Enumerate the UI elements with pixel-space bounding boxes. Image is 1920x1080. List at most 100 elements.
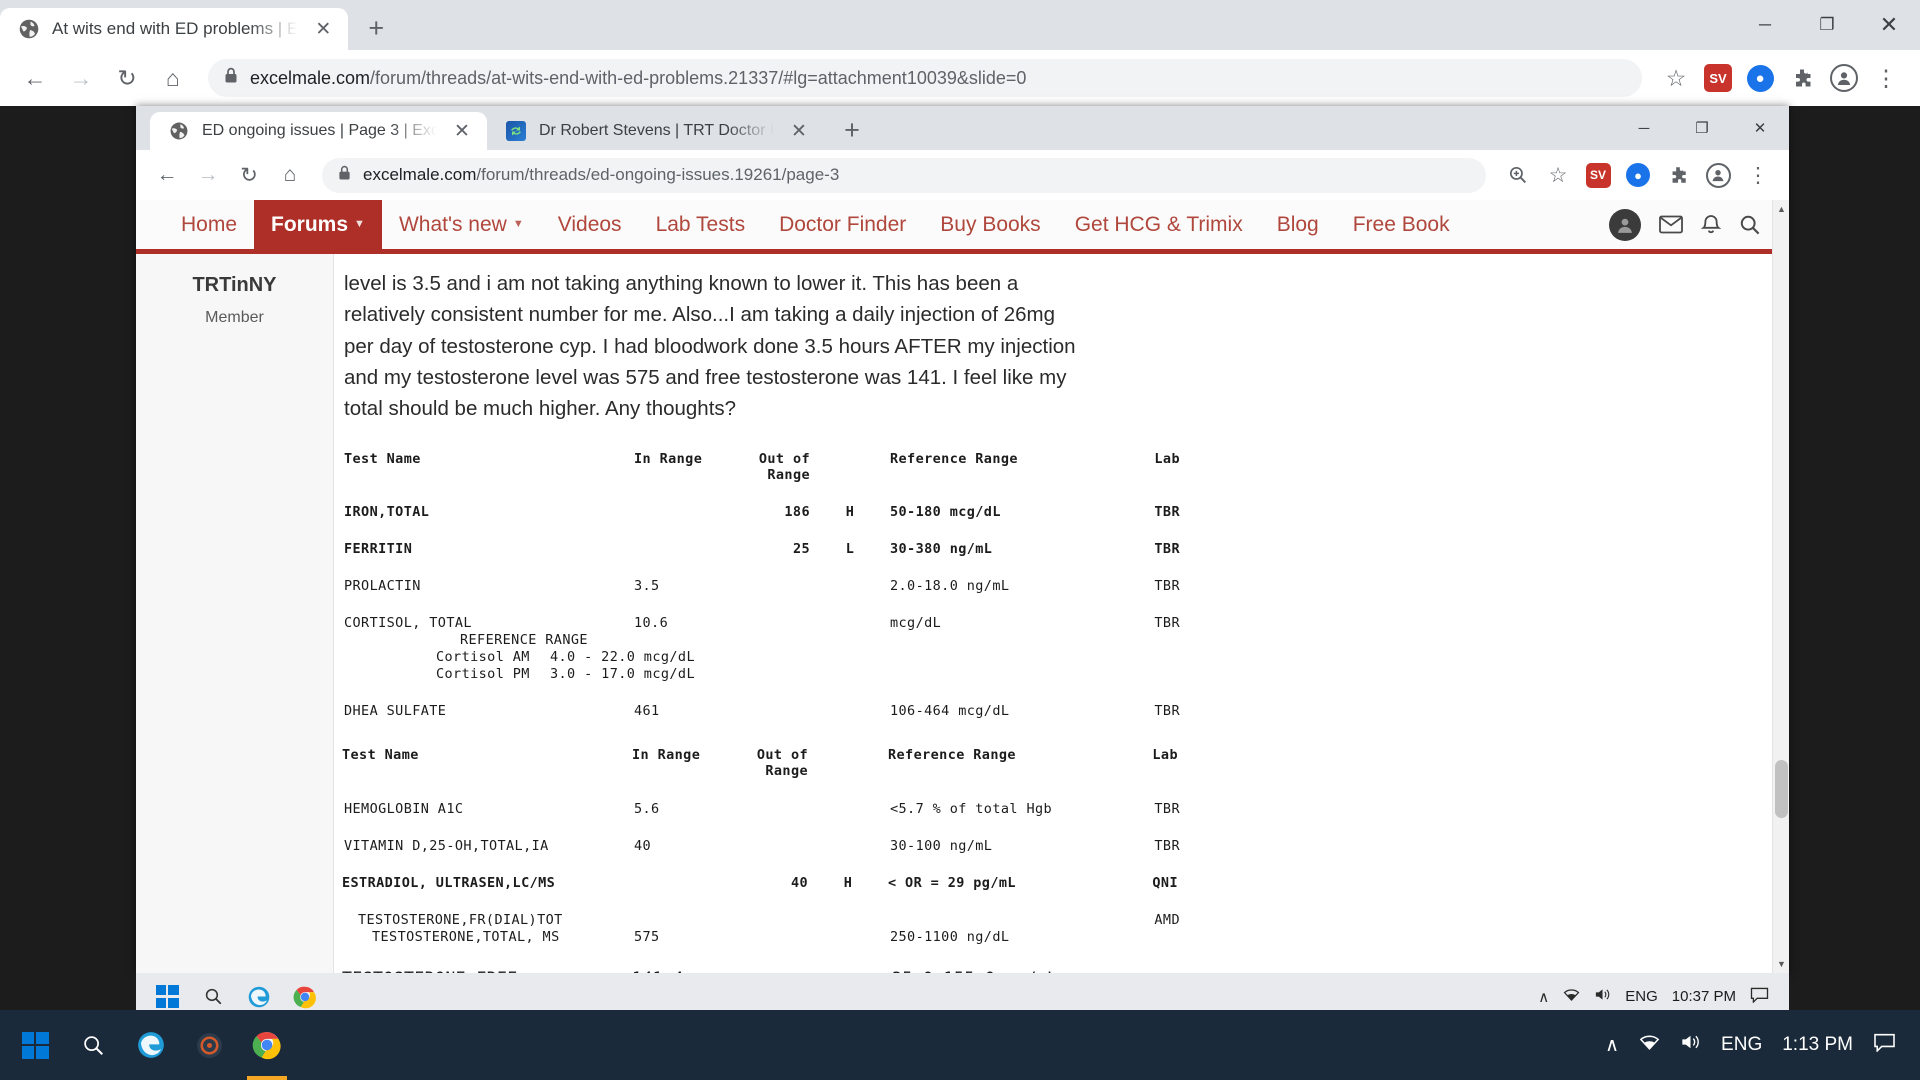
cortisol-am-range: 4.0 - 22.0 mcg/dL <box>550 649 695 665</box>
os-search-button[interactable] <box>64 1010 122 1080</box>
volume-icon[interactable] <box>1680 1033 1701 1057</box>
os-taskbar-edge-button[interactable] <box>122 1010 180 1080</box>
chevron-down-icon: ▼ <box>513 219 524 230</box>
cell-out-of-range <box>732 578 810 594</box>
cell-lab: QNI <box>1118 875 1178 891</box>
nav-label: Free Book <box>1353 213 1450 237</box>
cell-lab: TBR <box>1120 838 1180 854</box>
search-icon[interactable] <box>1739 214 1761 236</box>
tray-clock[interactable]: 10:37 PM <box>1672 988 1736 1005</box>
inner-address-bar[interactable]: excelmale.com/forum/threads/ed-ongoing-i… <box>322 158 1486 193</box>
table-row: VITAMIN D,25-OH,TOTAL,IA 40 30-100 ng/mL… <box>344 838 1583 854</box>
cell-flag <box>810 838 890 854</box>
nav-item-videos[interactable]: Videos <box>541 200 639 249</box>
cell-in-range <box>634 504 732 520</box>
inner-system-tray: ∧ ENG 10:37 PM <box>1538 987 1781 1007</box>
cell-flag <box>810 578 890 594</box>
cell-out-of-range <box>732 801 810 817</box>
os-taskbar-app-button[interactable] <box>180 1010 238 1080</box>
maximize-button[interactable]: ❐ <box>1796 0 1858 50</box>
extension-sv-icon[interactable]: SV <box>1579 156 1617 194</box>
tray-language[interactable]: ENG <box>1625 988 1658 1005</box>
inner-browser-tab-1[interactable]: ED ongoing issues | Page 3 | Exce ✕ <box>150 112 487 150</box>
minimize-button[interactable]: ─ <box>1734 0 1796 50</box>
cell-test-name: IRON,TOTAL <box>344 504 634 520</box>
cell-flag: L <box>810 541 890 557</box>
browser-menu-icon[interactable]: ⋮ <box>1866 58 1906 98</box>
wifi-icon[interactable] <box>1639 1034 1660 1057</box>
tray-language[interactable]: ENG <box>1721 1034 1762 1056</box>
close-window-button[interactable]: ✕ <box>1731 106 1789 150</box>
volume-icon[interactable] <box>1594 987 1611 1006</box>
address-bar[interactable]: excelmale.com/forum/threads/at-wits-end-… <box>208 59 1642 97</box>
table-row: HEMOGLOBIN A1C 5.6 <5.7 % of total Hgb T… <box>344 801 1583 817</box>
os-taskbar-chrome-button[interactable] <box>238 1010 296 1080</box>
col-test-name: Test Name <box>344 451 634 483</box>
notification-icon[interactable] <box>1873 1033 1896 1058</box>
inner-browser-tab-2[interactable]: Dr Robert Stevens | TRT Doctor U ✕ <box>487 112 824 150</box>
nav-item-lab-tests[interactable]: Lab Tests <box>639 200 763 249</box>
tray-chevron-icon[interactable]: ∧ <box>1605 1034 1619 1057</box>
scrollbar-thumb[interactable] <box>1775 760 1788 818</box>
browser-tab[interactable]: At wits end with ED problems | E ✕ <box>0 8 348 50</box>
maximize-button[interactable]: ❐ <box>1673 106 1731 150</box>
forward-icon[interactable]: → <box>60 57 102 99</box>
extension-blue-icon[interactable]: ● <box>1740 58 1780 98</box>
cell-out-of-range: 40 <box>730 875 808 891</box>
close-icon[interactable]: ✕ <box>310 16 336 42</box>
nav-item-doctor-finder[interactable]: Doctor Finder <box>762 200 923 249</box>
zoom-icon[interactable] <box>1499 156 1537 194</box>
extension-blue-icon[interactable]: ● <box>1619 156 1657 194</box>
col-reference-range: Reference Range <box>890 451 1120 483</box>
os-start-button[interactable] <box>6 1010 64 1080</box>
nav-item-whats-new[interactable]: What's new▼ <box>382 200 541 249</box>
nav-item-home[interactable]: Home <box>164 200 254 249</box>
nav-item-free-book[interactable]: Free Book <box>1336 200 1467 249</box>
browser-menu-icon[interactable]: ⋮ <box>1739 156 1777 194</box>
home-icon[interactable]: ⌂ <box>152 57 194 99</box>
cell-test-name: FERRITIN <box>344 541 634 557</box>
close-icon[interactable]: ✕ <box>449 118 475 144</box>
avatar[interactable] <box>1609 209 1641 241</box>
scroll-up-arrow[interactable]: ▲ <box>1773 200 1789 218</box>
profile-icon[interactable] <box>1699 156 1737 194</box>
nav-label: Videos <box>558 213 622 237</box>
bookmark-star-icon[interactable]: ☆ <box>1539 156 1577 194</box>
notification-icon[interactable] <box>1750 987 1769 1007</box>
close-icon[interactable]: ✕ <box>786 118 812 144</box>
cell-out-of-range <box>732 838 810 854</box>
profile-icon[interactable] <box>1824 58 1864 98</box>
bookmark-star-icon[interactable]: ☆ <box>1656 58 1696 98</box>
inner-new-tab-button[interactable]: + <box>834 112 870 148</box>
col-in-range: In Range <box>634 451 732 483</box>
extensions-puzzle-icon[interactable] <box>1782 58 1822 98</box>
new-tab-button[interactable]: + <box>358 10 394 46</box>
back-icon[interactable]: ← <box>14 57 56 99</box>
windows-logo-icon <box>22 1032 49 1059</box>
nav-item-buy-books[interactable]: Buy Books <box>923 200 1057 249</box>
close-window-button[interactable]: ✕ <box>1858 0 1920 50</box>
inbox-icon[interactable] <box>1659 215 1683 234</box>
minimize-button[interactable]: ─ <box>1615 106 1673 150</box>
table-row: PROLACTIN 3.5 2.0-18.0 ng/mL TBR <box>344 578 1583 594</box>
extension-sv-icon[interactable]: SV <box>1698 58 1738 98</box>
wifi-icon[interactable] <box>1563 988 1580 1006</box>
page-scrollbar[interactable]: ▲ ▼ <box>1772 200 1789 973</box>
nav-item-blog[interactable]: Blog <box>1260 200 1336 249</box>
home-icon[interactable]: ⌂ <box>271 156 309 194</box>
cell-lab: TBR <box>1120 578 1180 594</box>
nav-item-forums[interactable]: Forums▼ <box>254 200 382 249</box>
forward-icon[interactable]: → <box>189 156 227 194</box>
reload-icon[interactable]: ↻ <box>106 57 148 99</box>
bell-icon[interactable] <box>1701 214 1721 236</box>
reload-icon[interactable]: ↻ <box>230 156 268 194</box>
nav-item-get-hcg-trimix[interactable]: Get HCG & Trimix <box>1058 200 1260 249</box>
back-icon[interactable]: ← <box>148 156 186 194</box>
post-author-name[interactable]: TRTinNY <box>136 274 333 297</box>
scroll-down-arrow[interactable]: ▼ <box>1773 955 1789 973</box>
cell-reference: 2.0-18.0 ng/mL <box>890 578 1120 594</box>
table-row: FERRITIN 25 L 30-380 ng/mL TBR <box>344 541 1583 557</box>
tray-clock[interactable]: 1:13 PM <box>1782 1034 1853 1056</box>
extensions-puzzle-icon[interactable] <box>1659 156 1697 194</box>
tray-chevron-icon[interactable]: ∧ <box>1538 988 1549 1006</box>
